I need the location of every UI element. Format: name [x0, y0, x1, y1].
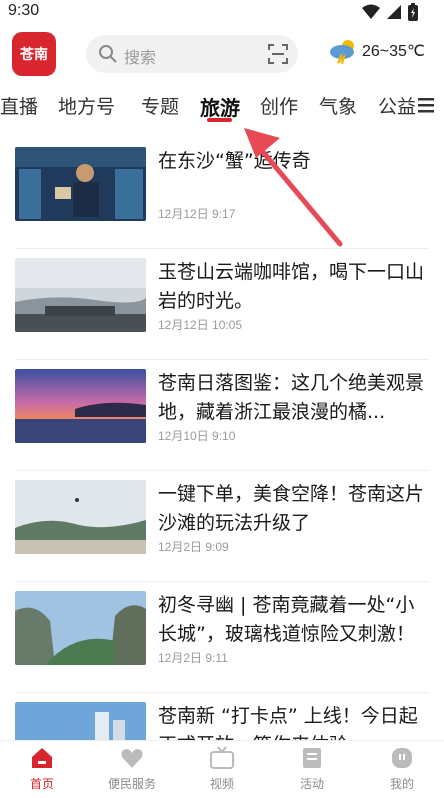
- app-logo[interactable]: 苍南: [12, 32, 56, 76]
- home-icon: [32, 748, 52, 768]
- news-date: 12月12日 10:05: [158, 318, 243, 332]
- tab-creation[interactable]: 创作: [260, 92, 298, 119]
- tab-weather[interactable]: 气象: [319, 92, 357, 119]
- news-item[interactable]: 初冬寻幽 | 苍南竟藏着一处“小长城”，玻璃栈道惊险又刺激！ 12月2日 9:1…: [0, 582, 444, 693]
- nav-label: 便民服务: [107, 777, 156, 791]
- news-date: 12月2日 9:09: [158, 540, 229, 554]
- tab-charity[interactable]: 公益: [378, 92, 416, 119]
- tab-travel[interactable]: 旅游: [200, 92, 240, 121]
- status-time: 9:30: [8, 2, 40, 19]
- profile-icon: [392, 748, 412, 768]
- heart-icon: [121, 749, 143, 768]
- app-header: 苍南 搜索 26~35℃: [0, 26, 444, 82]
- news-thumbnail: [15, 591, 146, 665]
- active-tab-indicator: [207, 118, 232, 122]
- status-icons: [362, 3, 418, 21]
- search-bar[interactable]: 搜索: [86, 35, 298, 73]
- tab-topics[interactable]: 专题: [141, 92, 179, 119]
- news-date: 12月2日 9:11: [158, 651, 228, 665]
- search-placeholder: 搜索: [124, 48, 157, 67]
- nav-label: 我的: [389, 777, 414, 791]
- news-item[interactable]: 一键下单，美食空降！苍南这片沙滩的玩法升级了 12月2日 9:09: [0, 471, 444, 582]
- channel-tabs: 直播 地方号 专题 旅游 创作 气象 公益: [0, 84, 444, 128]
- news-item[interactable]: 玉苍山云端咖啡馆，喝下一口山岩的时光。 12月12日 10:05: [0, 249, 444, 360]
- nav-label: 首页: [29, 777, 54, 791]
- news-title: 初冬寻幽 | 苍南竟藏着一处“小长城”，玻璃栈道惊险又刺激！: [158, 594, 415, 645]
- nav-events[interactable]: 活动: [277, 745, 347, 792]
- search-icon: [99, 45, 117, 63]
- menu-icon[interactable]: [416, 96, 436, 114]
- news-item[interactable]: 在东沙“蟹”逅传奇 12月12日 9:17: [0, 138, 444, 249]
- battery-icon: [408, 3, 418, 21]
- tv-icon: [210, 746, 234, 769]
- news-title: 一键下单，美食空降！苍南这片沙滩的玩法升级了: [158, 483, 425, 534]
- news-date: 12月12日 9:17: [158, 207, 236, 221]
- status-bar: 9:30: [0, 0, 444, 26]
- news-title: 玉苍山云端咖啡馆，喝下一口山岩的时光。: [158, 261, 425, 312]
- bottom-nav: 首页 便民服务 视频 活动 我的: [0, 740, 444, 798]
- nav-label: 视频: [209, 777, 234, 791]
- news-title: 苍南日落图鉴：这几个绝美观景地，藏着浙江最浪漫的橘...: [158, 372, 425, 423]
- news-thumbnail: [15, 258, 146, 332]
- news-thumbnail: [15, 147, 146, 221]
- signal-icon: [387, 5, 401, 19]
- news-title: 在东沙“蟹”逅传奇: [158, 150, 311, 172]
- nav-video[interactable]: 视频: [187, 745, 257, 792]
- tab-local-accounts[interactable]: 地方号: [58, 92, 115, 119]
- news-date: 12月10日 9:10: [158, 429, 236, 443]
- weather-temperature: 26~35℃: [362, 43, 425, 60]
- flag-icon: [303, 748, 321, 768]
- news-item[interactable]: 苍南日落图鉴：这几个绝美观景地，藏着浙江最浪漫的橘... 12月10日 9:10: [0, 360, 444, 471]
- nav-services[interactable]: 便民服务: [97, 745, 167, 792]
- wifi-icon: [362, 4, 380, 19]
- scan-icon[interactable]: [268, 44, 288, 64]
- nav-home[interactable]: 首页: [7, 745, 77, 792]
- nav-label: 活动: [299, 777, 324, 791]
- logo-text: 苍南: [20, 47, 48, 63]
- weather-icon: [330, 40, 354, 65]
- news-thumbnail: [15, 480, 146, 554]
- news-thumbnail: [15, 369, 146, 443]
- tab-live[interactable]: 直播: [0, 92, 38, 119]
- nav-profile[interactable]: 我的: [367, 745, 437, 792]
- weather-widget[interactable]: 26~35℃: [328, 37, 425, 65]
